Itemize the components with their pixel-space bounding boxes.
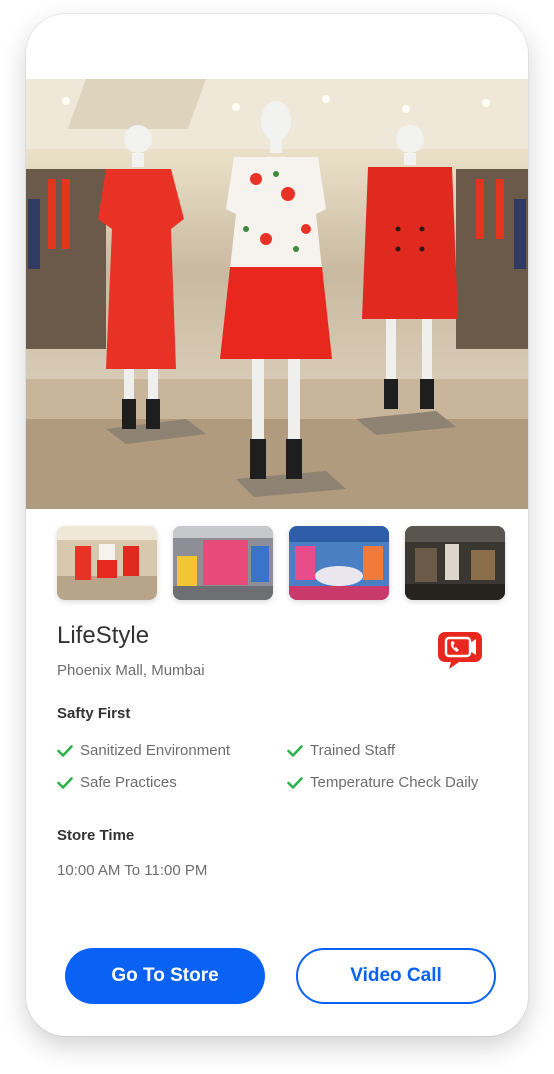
- store-hero-illustration: [26, 79, 528, 509]
- go-to-store-button[interactable]: Go To Store: [65, 948, 265, 1004]
- store-hero-image: [26, 79, 528, 509]
- check-icon: [57, 777, 73, 789]
- safety-item: Temperature Check Daily: [287, 774, 478, 791]
- phone-frame: LifeStyle Phoenix Mall, Mumbai Safty Fir…: [26, 14, 528, 1036]
- safety-item-label: Trained Staff: [310, 742, 396, 759]
- gallery-thumbnail-4[interactable]: [405, 526, 505, 600]
- video-call-icon[interactable]: [437, 630, 483, 670]
- check-icon: [287, 777, 303, 789]
- safety-item-label: Temperature Check Daily: [310, 774, 479, 791]
- safety-item-label: Sanitized Environment: [80, 742, 231, 759]
- safety-item-label: Safe Practices: [80, 774, 177, 791]
- gallery-thumbnail-3[interactable]: [289, 526, 389, 600]
- gallery-thumbnail-2[interactable]: [173, 526, 273, 600]
- check-icon: [287, 745, 303, 757]
- video-call-button[interactable]: Video Call: [296, 948, 496, 1004]
- gallery-thumbnail-1[interactable]: [57, 526, 157, 600]
- store-time-value: 10:00 AM To 11:00 PM: [57, 862, 208, 879]
- store-name: LifeStyle: [57, 622, 150, 649]
- safety-item: Safe Practices: [57, 774, 177, 791]
- safety-item: Trained Staff: [287, 742, 395, 759]
- check-icon: [57, 745, 73, 757]
- safety-item: Sanitized Environment: [57, 742, 230, 759]
- store-location: Phoenix Mall, Mumbai: [57, 662, 205, 679]
- gallery-thumbnails: [57, 526, 505, 600]
- safety-title: Safty First: [57, 705, 131, 722]
- store-time-title: Store Time: [57, 827, 135, 844]
